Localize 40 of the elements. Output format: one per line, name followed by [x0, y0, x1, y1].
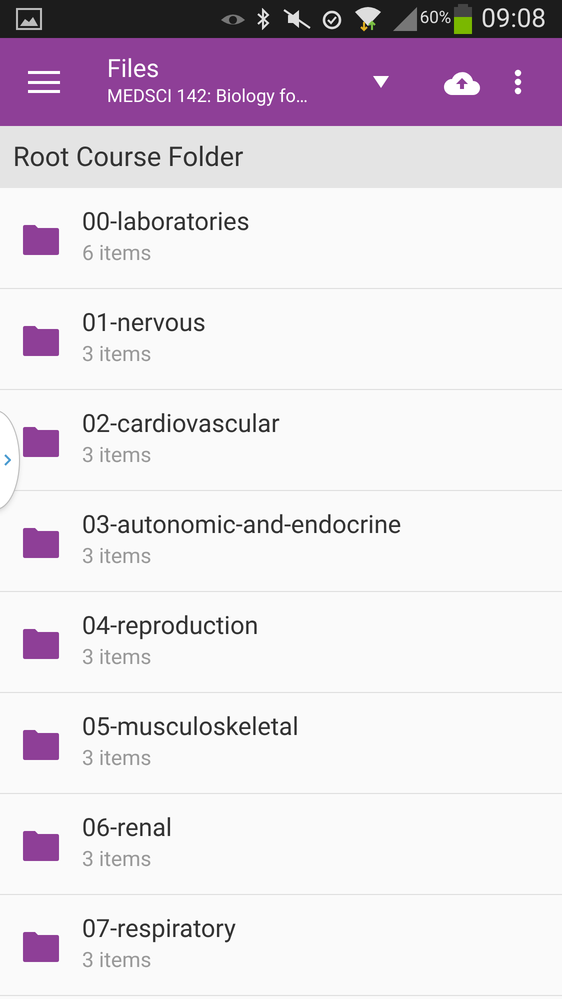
battery-percentage: 60% — [420, 7, 452, 30]
folder-name: 06-renal — [82, 813, 172, 845]
item-count: 6 items — [82, 241, 152, 268]
folder-icon — [23, 326, 59, 356]
item-count: 3 items — [82, 342, 152, 369]
dropdown-caret-icon[interactable] — [373, 76, 389, 88]
item-count: 3 items — [82, 544, 152, 571]
item-count: 3 items — [82, 948, 152, 975]
section-title: Root Course Folder — [13, 140, 244, 175]
folder-name: 03-autonomic-and-endocrine — [82, 510, 402, 542]
folder-icon — [23, 730, 59, 760]
image-icon — [16, 8, 42, 30]
more-options-icon[interactable] — [514, 69, 522, 95]
item-count: 3 items — [82, 746, 152, 773]
mute-icon — [282, 8, 312, 30]
item-count: 3 items — [82, 645, 152, 672]
folder-name: 00-laboratories — [82, 207, 250, 239]
folder-icon — [23, 932, 59, 962]
app-title: Files — [107, 55, 160, 85]
clock-time: 09:08 — [481, 2, 546, 36]
item-count: 3 items — [82, 443, 152, 470]
item-count: 3 items — [82, 847, 152, 874]
wifi-icon — [354, 6, 382, 32]
folder-icon — [23, 831, 59, 861]
battery-icon — [453, 4, 474, 34]
folder-name: 07-respiratory — [82, 914, 236, 946]
folder-name: 04-reproduction — [82, 611, 258, 643]
course-subtitle: MEDSCI 142: Biology fo… — [107, 85, 309, 109]
menu-icon[interactable] — [28, 71, 60, 93]
cloud-upload-icon[interactable] — [443, 69, 481, 95]
bluetooth-icon — [256, 8, 270, 30]
chevron-right-icon — [4, 454, 11, 466]
signal-icon — [392, 6, 418, 32]
folder-icon — [23, 528, 59, 558]
folder-icon — [23, 629, 59, 659]
folder-name: 02-cardiovascular — [82, 409, 280, 441]
folder-name: 01-nervous — [82, 308, 206, 340]
folder-name: 05-musculoskeletal — [82, 712, 299, 744]
folder-icon — [23, 427, 59, 457]
folder-icon — [23, 225, 59, 255]
